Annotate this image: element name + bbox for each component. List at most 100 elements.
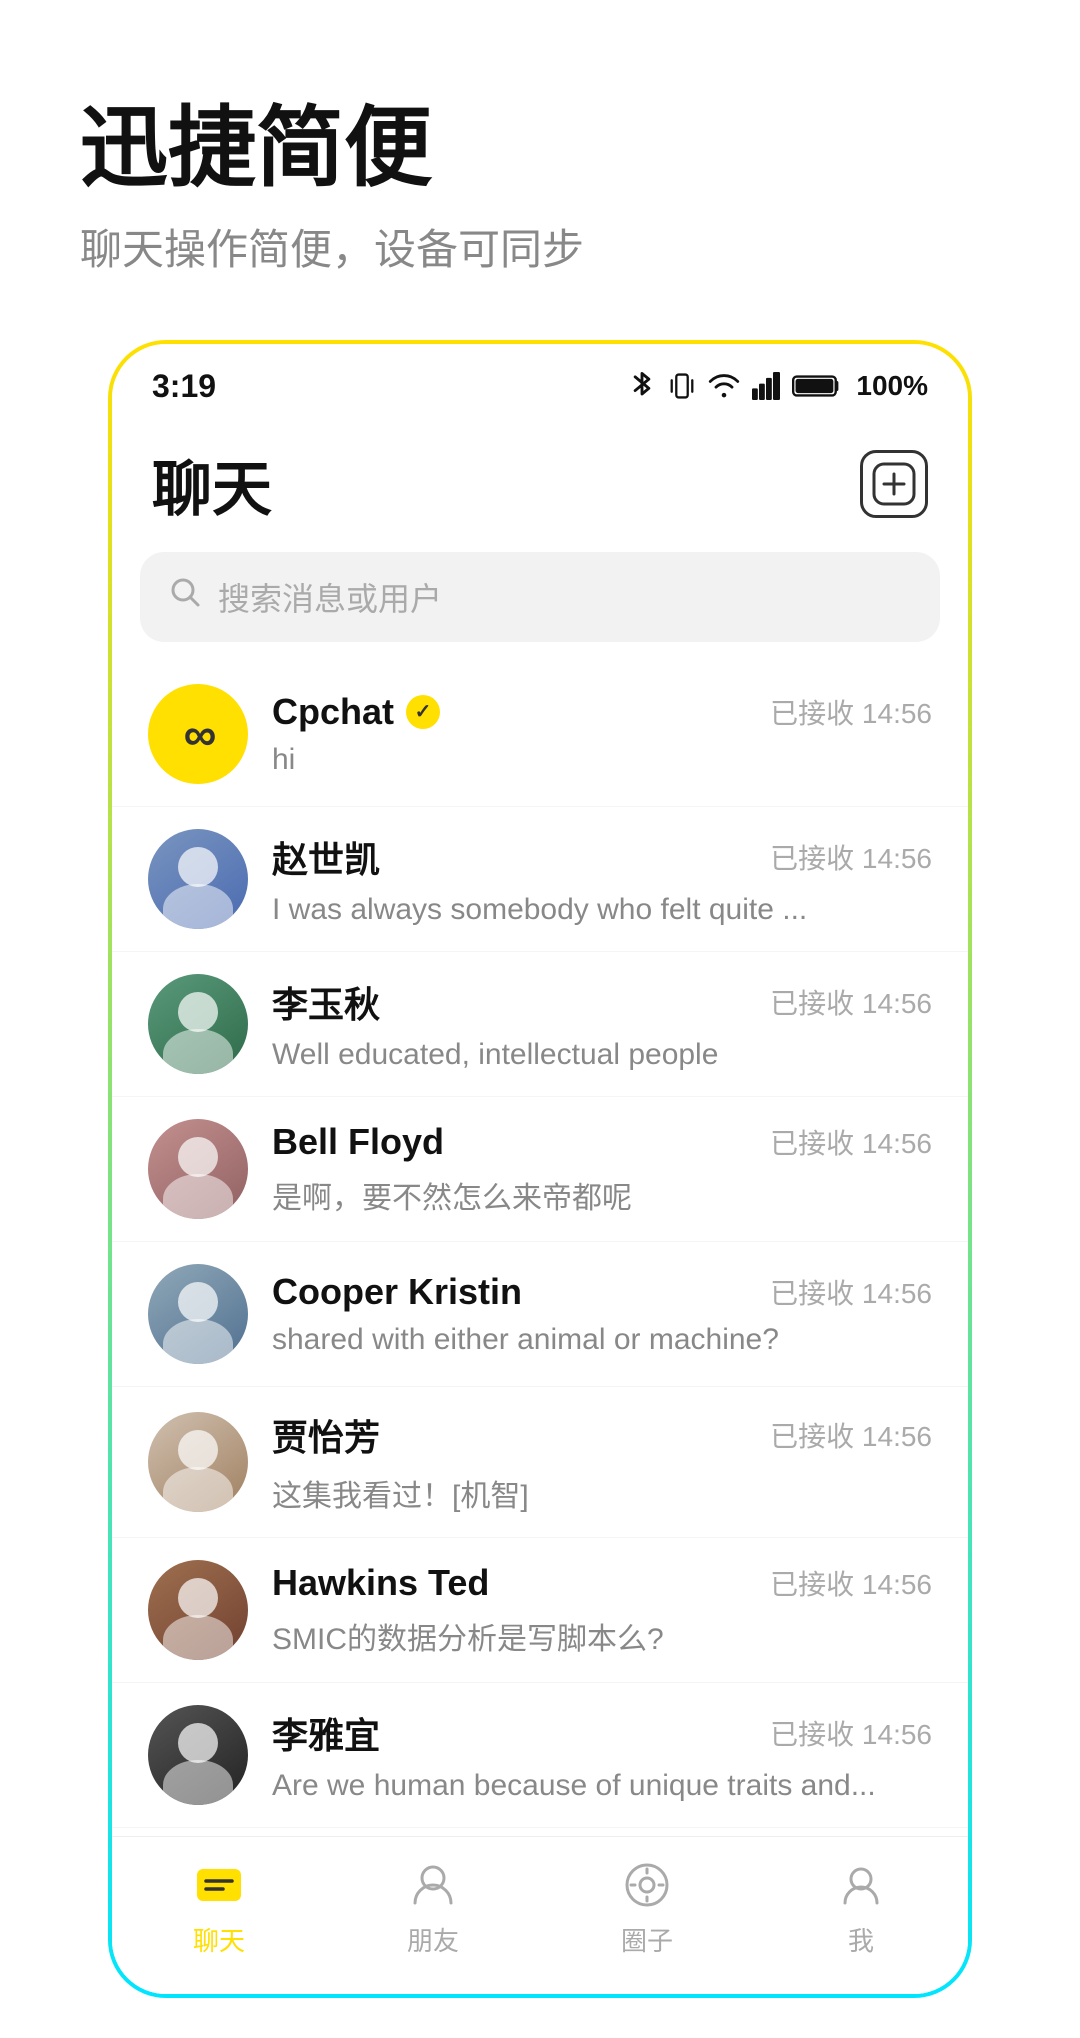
- avatar-zsk: [148, 829, 248, 929]
- chat-preview-cpchat: hi: [272, 743, 932, 777]
- search-bar[interactable]: 搜索消息或用户: [140, 552, 940, 642]
- chat-body-jyf: 贾怡芳 已接收 14:56 这集我看过！[机智]: [272, 1409, 932, 1515]
- nav-label-chat: 聊天: [193, 1921, 245, 1958]
- chat-preview-zsk: I was always somebody who felt quite ...: [272, 893, 932, 927]
- chat-item-jyf[interactable]: 贾怡芳 已接收 14:56 这集我看过！[机智]: [112, 1387, 968, 1538]
- chat-name-bf: Bell Floyd: [272, 1121, 444, 1163]
- avatar-face-zsk: [148, 829, 248, 929]
- nav-item-me[interactable]: 我: [791, 1857, 931, 1958]
- chat-name-zsk: 赵世凯: [272, 831, 380, 883]
- nav-icon-friends: [405, 1857, 461, 1913]
- add-chat-button[interactable]: [860, 450, 928, 518]
- chat-meta-lyq: 已接收 14:56: [770, 982, 932, 1022]
- search-placeholder: 搜索消息或用户: [218, 574, 442, 620]
- battery-icon: [792, 372, 844, 400]
- avatar-lyi: [148, 1705, 248, 1805]
- nav-label-circle: 圈子: [621, 1921, 673, 1958]
- page-header: 迅捷简便 聊天操作简便，设备可同步: [0, 0, 1080, 340]
- chat-header: 聊天: [112, 421, 968, 552]
- chat-top-ht: Hawkins Ted 已接收 14:56: [272, 1562, 932, 1604]
- chat-item-bf[interactable]: Bell Floyd 已接收 14:56 是啊，要不然怎么来帝都呢: [112, 1097, 968, 1242]
- avatar-face-lyq: [148, 974, 248, 1074]
- chat-body-ht: Hawkins Ted 已接收 14:56 SMIC的数据分析是写脚本么?: [272, 1562, 932, 1658]
- chat-name-lyq: 李玉秋: [272, 976, 380, 1028]
- avatar-face-bf: [148, 1119, 248, 1219]
- chat-name-lyi: 李雅宜: [272, 1707, 380, 1759]
- chat-meta-cpchat: 已接收 14:56: [770, 692, 932, 732]
- wifi-icon: [708, 372, 740, 400]
- chat-name-cpchat: Cpchat ✓: [272, 691, 440, 733]
- avatar-bf: [148, 1119, 248, 1219]
- phone-frame-inner: 3:19: [112, 344, 968, 1994]
- avatar-ht: [148, 1560, 248, 1660]
- chat-item-cpchat[interactable]: ∞ Cpchat ✓ 已接收 14:56 hi: [112, 662, 968, 807]
- chat-meta-jyf: 已接收 14:56: [770, 1415, 932, 1455]
- status-bar: 3:19: [112, 344, 968, 421]
- chat-preview-jyf: 这集我看过！[机智]: [272, 1471, 932, 1515]
- chat-body-bf: Bell Floyd 已接收 14:56 是啊，要不然怎么来帝都呢: [272, 1121, 932, 1217]
- chat-meta-zsk: 已接收 14:56: [770, 837, 932, 877]
- chat-top-ck: Cooper Kristin 已接收 14:56: [272, 1271, 932, 1313]
- signal-icon: [752, 372, 780, 400]
- chat-meta-ht: 已接收 14:56: [770, 1563, 932, 1603]
- chat-body-lyq: 李玉秋 已接收 14:56 Well educated, intellectua…: [272, 976, 932, 1072]
- chat-list: ∞ Cpchat ✓ 已接收 14:56 hi: [112, 654, 968, 1836]
- chat-name-jyf: 贾怡芳: [272, 1409, 380, 1461]
- avatar-ck: [148, 1264, 248, 1364]
- chat-body-lyi: 李雅宜 已接收 14:56 Are we human because of un…: [272, 1707, 932, 1803]
- status-time: 3:19: [152, 368, 216, 405]
- chat-top-bf: Bell Floyd 已接收 14:56: [272, 1121, 932, 1163]
- avatar-jyf: [148, 1412, 248, 1512]
- chat-preview-lyq: Well educated, intellectual people: [272, 1038, 932, 1072]
- avatar-face-jyf: [148, 1412, 248, 1512]
- nav-icon-me: [833, 1857, 889, 1913]
- chat-item-lyq[interactable]: 李玉秋 已接收 14:56 Well educated, intellectua…: [112, 952, 968, 1097]
- chat-name-ck: Cooper Kristin: [272, 1271, 522, 1313]
- page-subtitle: 聊天操作简便，设备可同步: [80, 221, 1000, 280]
- chat-body-zsk: 赵世凯 已接收 14:56 I was always somebody who …: [272, 831, 932, 927]
- chat-body-cpchat: Cpchat ✓ 已接收 14:56 hi: [272, 691, 932, 777]
- nav-icon-circle: [619, 1857, 675, 1913]
- page-title: 迅捷简便: [80, 100, 1000, 197]
- chat-item-zsk[interactable]: 赵世凯 已接收 14:56 I was always somebody who …: [112, 807, 968, 952]
- chat-top-cpchat: Cpchat ✓ 已接收 14:56: [272, 691, 932, 733]
- chat-top-lyi: 李雅宜 已接收 14:56: [272, 1707, 932, 1759]
- bluetooth-icon: [628, 370, 656, 402]
- chat-screen-title: 聊天: [152, 441, 272, 528]
- chat-top-jyf: 贾怡芳 已接收 14:56: [272, 1409, 932, 1461]
- app-content: 聊天 搜索消息或用户: [112, 421, 968, 1994]
- chat-name-ht: Hawkins Ted: [272, 1562, 489, 1604]
- avatar-face-ck: [148, 1264, 248, 1364]
- avatar-cpchat: ∞: [148, 684, 248, 784]
- avatar-lyq: [148, 974, 248, 1074]
- chat-top-lyq: 李玉秋 已接收 14:56: [272, 976, 932, 1028]
- nav-icon-chat: [191, 1857, 247, 1913]
- avatar-face-lyi: [148, 1705, 248, 1805]
- chat-preview-ck: shared with either animal or machine?: [272, 1323, 932, 1357]
- avatar-face-ht: [148, 1560, 248, 1660]
- status-icons: 100%: [628, 370, 928, 402]
- nav-item-chat[interactable]: 聊天: [149, 1857, 289, 1958]
- chat-item-lyi[interactable]: 李雅宜 已接收 14:56 Are we human because of un…: [112, 1683, 968, 1828]
- vibrate-icon: [668, 370, 696, 402]
- search-icon: [168, 575, 202, 618]
- nav-item-circle[interactable]: 圈子: [577, 1857, 717, 1958]
- chat-preview-ht: SMIC的数据分析是写脚本么?: [272, 1614, 932, 1658]
- bottom-nav: 聊天 朋友: [112, 1836, 968, 1994]
- nav-label-me: 我: [848, 1921, 874, 1958]
- phone-frame: 3:19: [108, 340, 972, 1998]
- chat-top-zsk: 赵世凯 已接收 14:56: [272, 831, 932, 883]
- chat-preview-bf: 是啊，要不然怎么来帝都呢: [272, 1173, 932, 1217]
- chat-meta-bf: 已接收 14:56: [770, 1122, 932, 1162]
- battery-percent: 100%: [856, 370, 928, 402]
- cpchat-logo-icon: ∞: [184, 707, 213, 761]
- chat-meta-lyi: 已接收 14:56: [770, 1713, 932, 1753]
- chat-item-ht[interactable]: Hawkins Ted 已接收 14:56 SMIC的数据分析是写脚本么?: [112, 1538, 968, 1683]
- chat-preview-lyi: Are we human because of unique traits an…: [272, 1769, 932, 1803]
- chat-item-ck[interactable]: Cooper Kristin 已接收 14:56 shared with eit…: [112, 1242, 968, 1387]
- chat-meta-ck: 已接收 14:56: [770, 1272, 932, 1312]
- verified-badge: ✓: [406, 695, 440, 729]
- nav-label-friends: 朋友: [407, 1921, 459, 1958]
- chat-body-ck: Cooper Kristin 已接收 14:56 shared with eit…: [272, 1271, 932, 1357]
- nav-item-friends[interactable]: 朋友: [363, 1857, 503, 1958]
